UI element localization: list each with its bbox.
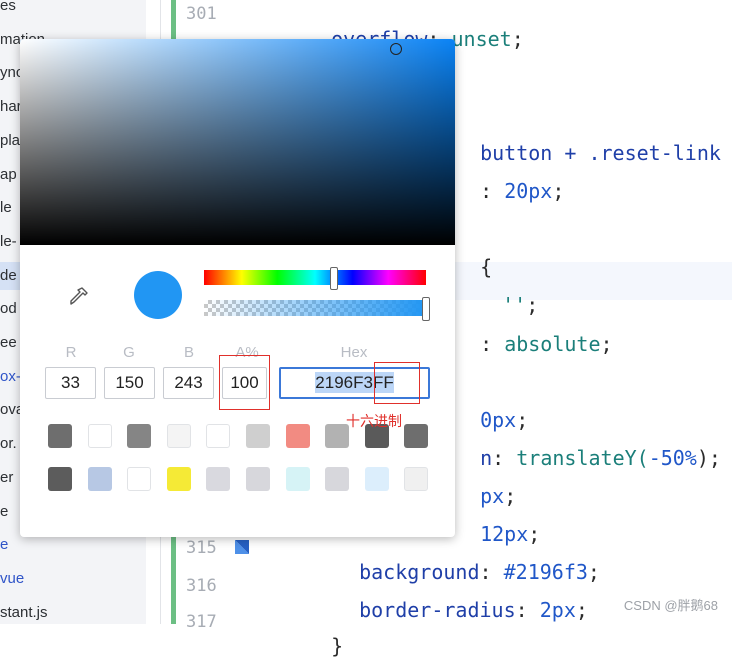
color-swatch[interactable] bbox=[206, 467, 231, 491]
color-swatch[interactable] bbox=[48, 467, 72, 491]
color-swatch[interactable] bbox=[127, 424, 152, 448]
css-colon: : bbox=[480, 332, 505, 356]
file-tree-item[interactable]: le- bbox=[0, 228, 17, 256]
hue-slider-handle[interactable] bbox=[329, 267, 338, 290]
green-input[interactable]: 150 bbox=[104, 367, 155, 399]
css-brace: } bbox=[331, 634, 344, 658]
blue-label: B bbox=[183, 344, 194, 361]
annotation-note: 十六进制 bbox=[346, 414, 402, 430]
color-swatch[interactable] bbox=[246, 467, 270, 491]
css-semicolon: ; bbox=[575, 598, 588, 622]
file-tree-item[interactable]: ap bbox=[0, 161, 17, 189]
color-swatch[interactable] bbox=[206, 424, 231, 448]
file-tree-item[interactable]: le bbox=[0, 194, 12, 222]
file-tree-item[interactable]: ee bbox=[0, 329, 17, 357]
line-number: 316 bbox=[186, 576, 217, 596]
css-function: translateY( bbox=[516, 446, 649, 470]
color-swatch[interactable] bbox=[87, 424, 112, 448]
css-colon: : bbox=[515, 598, 540, 622]
file-tree-item[interactable]: har bbox=[0, 93, 22, 121]
color-swatch[interactable] bbox=[364, 467, 389, 491]
css-semicolon: ; bbox=[552, 179, 565, 203]
color-swatch[interactable] bbox=[404, 424, 429, 448]
blue-input[interactable]: 243 bbox=[163, 367, 214, 399]
alpha-slider-handle[interactable] bbox=[422, 297, 430, 321]
css-semicolon: ; bbox=[587, 560, 600, 584]
file-tree-item[interactable]: er bbox=[0, 464, 13, 492]
css-number: 20px bbox=[504, 179, 553, 203]
file-tree-item[interactable]: vue bbox=[0, 565, 24, 593]
color-swatch[interactable] bbox=[285, 424, 310, 448]
color-swatch[interactable] bbox=[166, 467, 191, 491]
red-label: R bbox=[65, 344, 77, 361]
code-line-305[interactable]: : 20px; bbox=[456, 155, 564, 203]
file-tree-item[interactable]: pla bbox=[0, 127, 20, 155]
file-tree-item[interactable]: od bbox=[0, 295, 17, 323]
file-tree-item[interactable]: es bbox=[0, 0, 16, 20]
color-picker-popup: R G B A% Hex 33 150 243 100 2196F3FF bbox=[20, 39, 455, 537]
red-input[interactable]: 33 bbox=[45, 367, 96, 399]
watermark: CSDN @胖鹅68 bbox=[623, 598, 718, 613]
saturation-value-handle[interactable] bbox=[390, 43, 402, 55]
hex-label: Hex bbox=[340, 344, 368, 361]
code-line-316[interactable]: border-radius: 2px; bbox=[335, 574, 588, 622]
file-tree-item[interactable]: or. bbox=[0, 430, 17, 458]
css-value: unset bbox=[451, 27, 512, 51]
css-colon: : bbox=[480, 179, 505, 203]
color-gutter-icon[interactable] bbox=[234, 538, 250, 556]
css-punctuation: ); bbox=[696, 446, 721, 470]
color-swatch[interactable] bbox=[325, 467, 350, 491]
file-tree-item[interactable]: stant.js bbox=[0, 599, 48, 624]
color-swatch[interactable] bbox=[166, 424, 191, 448]
current-color-preview bbox=[134, 271, 182, 319]
css-number: 2px bbox=[539, 598, 576, 622]
annotation-box-alpha bbox=[219, 355, 270, 410]
hue-slider[interactable] bbox=[204, 270, 426, 285]
code-line-317[interactable]: } bbox=[307, 610, 343, 658]
color-swatch[interactable] bbox=[87, 467, 112, 491]
color-swatch[interactable] bbox=[48, 424, 72, 448]
css-number: -50% bbox=[648, 446, 697, 470]
color-swatch[interactable] bbox=[404, 467, 429, 491]
green-label: G bbox=[123, 344, 135, 361]
css-semicolon: ; bbox=[600, 332, 613, 356]
file-tree-item[interactable]: e bbox=[0, 531, 8, 559]
line-number: 301 bbox=[186, 4, 217, 24]
eyedropper-icon[interactable] bbox=[68, 285, 90, 307]
color-swatch[interactable] bbox=[127, 467, 152, 491]
annotation-box-hex bbox=[374, 362, 420, 404]
file-tree-item[interactable]: e bbox=[0, 498, 8, 526]
file-tree-item[interactable]: ox- bbox=[0, 363, 21, 391]
saturation-value-area[interactable] bbox=[20, 39, 455, 245]
color-swatch[interactable] bbox=[246, 424, 270, 448]
code-line-309[interactable]: : absolute; bbox=[456, 308, 613, 356]
css-property: border-radius bbox=[359, 598, 516, 622]
css-value: absolute bbox=[504, 332, 601, 356]
line-number: 317 bbox=[186, 612, 217, 632]
alpha-slider[interactable] bbox=[204, 300, 426, 316]
color-swatch[interactable] bbox=[285, 467, 310, 491]
css-semicolon: ; bbox=[511, 27, 524, 51]
